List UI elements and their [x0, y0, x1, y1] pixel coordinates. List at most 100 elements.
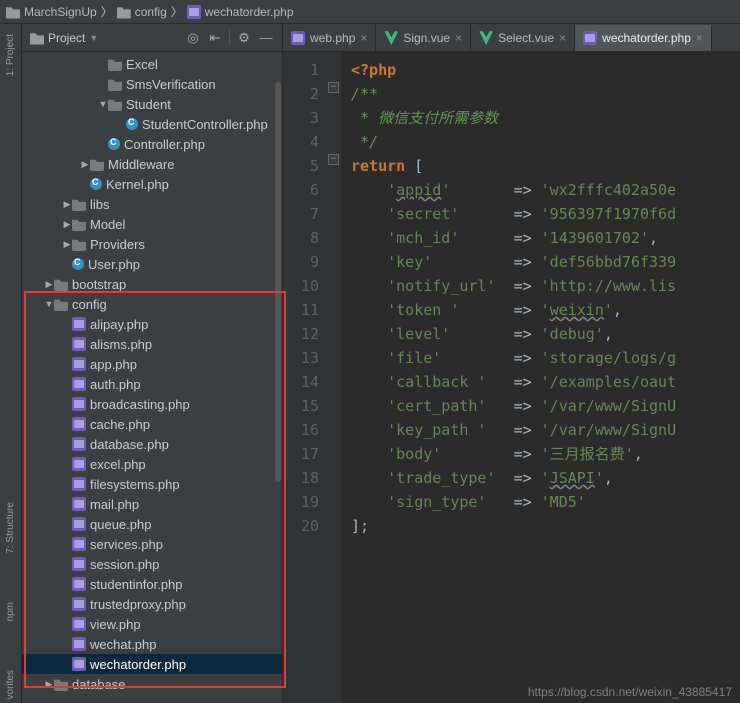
tree-node-queue-php[interactable]: queue.php [22, 514, 282, 534]
class-icon [108, 138, 120, 150]
php-icon [72, 337, 86, 351]
php-icon [72, 497, 86, 511]
editor-tab-web-php[interactable]: web.php× [283, 25, 376, 51]
breadcrumb-segment[interactable]: config [135, 5, 167, 19]
tree-node-excel-php[interactable]: excel.php [22, 454, 282, 474]
tree-node-model[interactable]: ▶Model [22, 214, 282, 234]
tree-node-providers[interactable]: ▶Providers [22, 234, 282, 254]
tree-node-view-php[interactable]: view.php [22, 614, 282, 634]
code-line[interactable]: 'token ' => 'weixin', [351, 298, 740, 322]
code-line[interactable]: */ [351, 130, 740, 154]
tree-node-student[interactable]: ▼ Student [22, 94, 282, 114]
tree-node-session-php[interactable]: session.php [22, 554, 282, 574]
code-line[interactable]: <?php [351, 58, 740, 82]
tree-node-controller-php[interactable]: Controller.php [22, 134, 282, 154]
close-tab-icon[interactable]: × [455, 31, 462, 45]
folder-icon [54, 677, 68, 691]
expand-arrow-icon[interactable]: ▶ [62, 219, 72, 230]
code-line[interactable]: ]; [351, 514, 740, 538]
tree-node-smsverification[interactable]: SmsVerification [22, 74, 282, 94]
code-line[interactable]: 'key' => 'def56bbd76f339 [351, 250, 740, 274]
project-panel-title[interactable]: Project ▼ [30, 31, 98, 45]
tree-node-config[interactable]: ▼ config [22, 294, 282, 314]
tree-label: config [72, 297, 107, 312]
code-line[interactable]: 'file' => 'storage/logs/g [351, 346, 740, 370]
code-editor[interactable]: <?php/** * 微信支付所需参数 */return [ 'appid' =… [341, 52, 740, 703]
scrollbar-thumb[interactable] [275, 82, 281, 482]
expand-arrow-icon[interactable]: ▶ [62, 239, 72, 250]
code-line[interactable]: 'key_path ' => '/var/www/SignU [351, 418, 740, 442]
breadcrumb-segment[interactable]: wechatorder.php [205, 5, 294, 19]
code-line[interactable]: 'level' => 'debug', [351, 322, 740, 346]
tree-label: studentinfor.php [90, 577, 183, 592]
code-line[interactable]: 'appid' => 'wx2fffc402a50e [351, 178, 740, 202]
code-line[interactable]: 'trade_type' => 'JSAPI', [351, 466, 740, 490]
tree-node-services-php[interactable]: services.php [22, 534, 282, 554]
tree-node-wechat-php[interactable]: wechat.php [22, 634, 282, 654]
tree-node-kernel-php[interactable]: Kernel.php [22, 174, 282, 194]
code-line[interactable]: 'mch_id' => '1439601702', [351, 226, 740, 250]
fold-marker-icon[interactable]: − [328, 154, 339, 165]
tree-node-mail-php[interactable]: mail.php [22, 494, 282, 514]
locate-icon[interactable]: ◎ [185, 30, 201, 46]
close-tab-icon[interactable]: × [360, 31, 367, 45]
watermark-text: https://blog.csdn.net/weixin_43885417 [528, 685, 732, 699]
code-line[interactable]: 'cert_path' => '/var/www/SignU [351, 394, 740, 418]
code-line[interactable]: return [ [351, 154, 740, 178]
code-line[interactable]: 'notify_url' => 'http://www.lis [351, 274, 740, 298]
php-icon [72, 317, 86, 331]
expand-arrow-icon[interactable]: ▶ [44, 279, 54, 290]
tree-node-database[interactable]: ▶database [22, 674, 282, 694]
expand-arrow-icon[interactable]: ▼ [98, 99, 108, 109]
tree-label: Excel [126, 57, 158, 72]
tree-node-wechatorder-php[interactable]: wechatorder.php [22, 654, 282, 674]
code-line[interactable]: 'callback ' => '/examples/oaut [351, 370, 740, 394]
fold-marker-icon[interactable]: − [328, 82, 339, 93]
tree-node-cache-php[interactable]: cache.php [22, 414, 282, 434]
php-icon [72, 637, 86, 651]
tree-node-user-php[interactable]: User.php [22, 254, 282, 274]
toolwindow-project-tab[interactable]: 1: Project [5, 30, 16, 80]
toolwindow-structure-tab[interactable]: 7: Structure [5, 498, 16, 558]
close-tab-icon[interactable]: × [559, 31, 566, 45]
tree-node-libs[interactable]: ▶libs [22, 194, 282, 214]
code-line[interactable]: /** [351, 82, 740, 106]
breadcrumb-segment[interactable]: MarchSignUp [24, 5, 97, 19]
expand-arrow-icon[interactable]: ▼ [44, 299, 54, 309]
tree-node-alipay-php[interactable]: alipay.php [22, 314, 282, 334]
editor-tab-select-vue[interactable]: Select.vue× [471, 25, 575, 51]
tree-label: Student [126, 97, 171, 112]
editor-tab-wechatorder-php[interactable]: wechatorder.php× [575, 25, 712, 51]
toolwindow-favorites-tab[interactable]: vorites [5, 666, 16, 703]
expand-arrow-icon[interactable]: ▶ [62, 199, 72, 210]
project-tree[interactable]: Excel SmsVerification ▼ Student StudentContr… [22, 52, 282, 703]
hide-icon[interactable]: — [258, 30, 274, 46]
tree-node-alisms-php[interactable]: alisms.php [22, 334, 282, 354]
editor-tab-sign-vue[interactable]: Sign.vue× [376, 25, 471, 51]
tree-node-auth-php[interactable]: auth.php [22, 374, 282, 394]
gear-icon[interactable]: ⚙ [236, 30, 252, 46]
expand-arrow-icon[interactable]: ▶ [44, 679, 54, 690]
tree-node-filesystems-php[interactable]: filesystems.php [22, 474, 282, 494]
tree-node-database-php[interactable]: database.php [22, 434, 282, 454]
folder-icon [72, 237, 86, 251]
tree-node-middleware[interactable]: ▶Middleware [22, 154, 282, 174]
project-icon [30, 31, 44, 45]
collapse-icon[interactable]: ⇤ [207, 30, 223, 46]
tree-node-app-php[interactable]: app.php [22, 354, 282, 374]
toolwindow-npm-tab[interactable]: npm [5, 598, 16, 625]
tree-label: trustedproxy.php [90, 597, 186, 612]
tree-node-studentcontroller-php[interactable]: StudentController.php [22, 114, 282, 134]
tree-node-excel[interactable]: Excel [22, 54, 282, 74]
code-line[interactable]: * 微信支付所需参数 [351, 106, 740, 130]
code-line[interactable]: 'body' => '三月报名费', [351, 442, 740, 466]
close-tab-icon[interactable]: × [696, 31, 703, 45]
tree-node-broadcasting-php[interactable]: broadcasting.php [22, 394, 282, 414]
code-line[interactable]: 'sign_type' => 'MD5' [351, 490, 740, 514]
tree-node-studentinfor-php[interactable]: studentinfor.php [22, 574, 282, 594]
code-line[interactable]: 'secret' => '956397f1970f6d [351, 202, 740, 226]
tree-node-bootstrap[interactable]: ▶bootstrap [22, 274, 282, 294]
project-panel: Project ▼ ◎ ⇤ ⚙ — Excel SmsVerification ▼ S… [22, 24, 283, 703]
tree-node-trustedproxy-php[interactable]: trustedproxy.php [22, 594, 282, 614]
expand-arrow-icon[interactable]: ▶ [80, 159, 90, 170]
